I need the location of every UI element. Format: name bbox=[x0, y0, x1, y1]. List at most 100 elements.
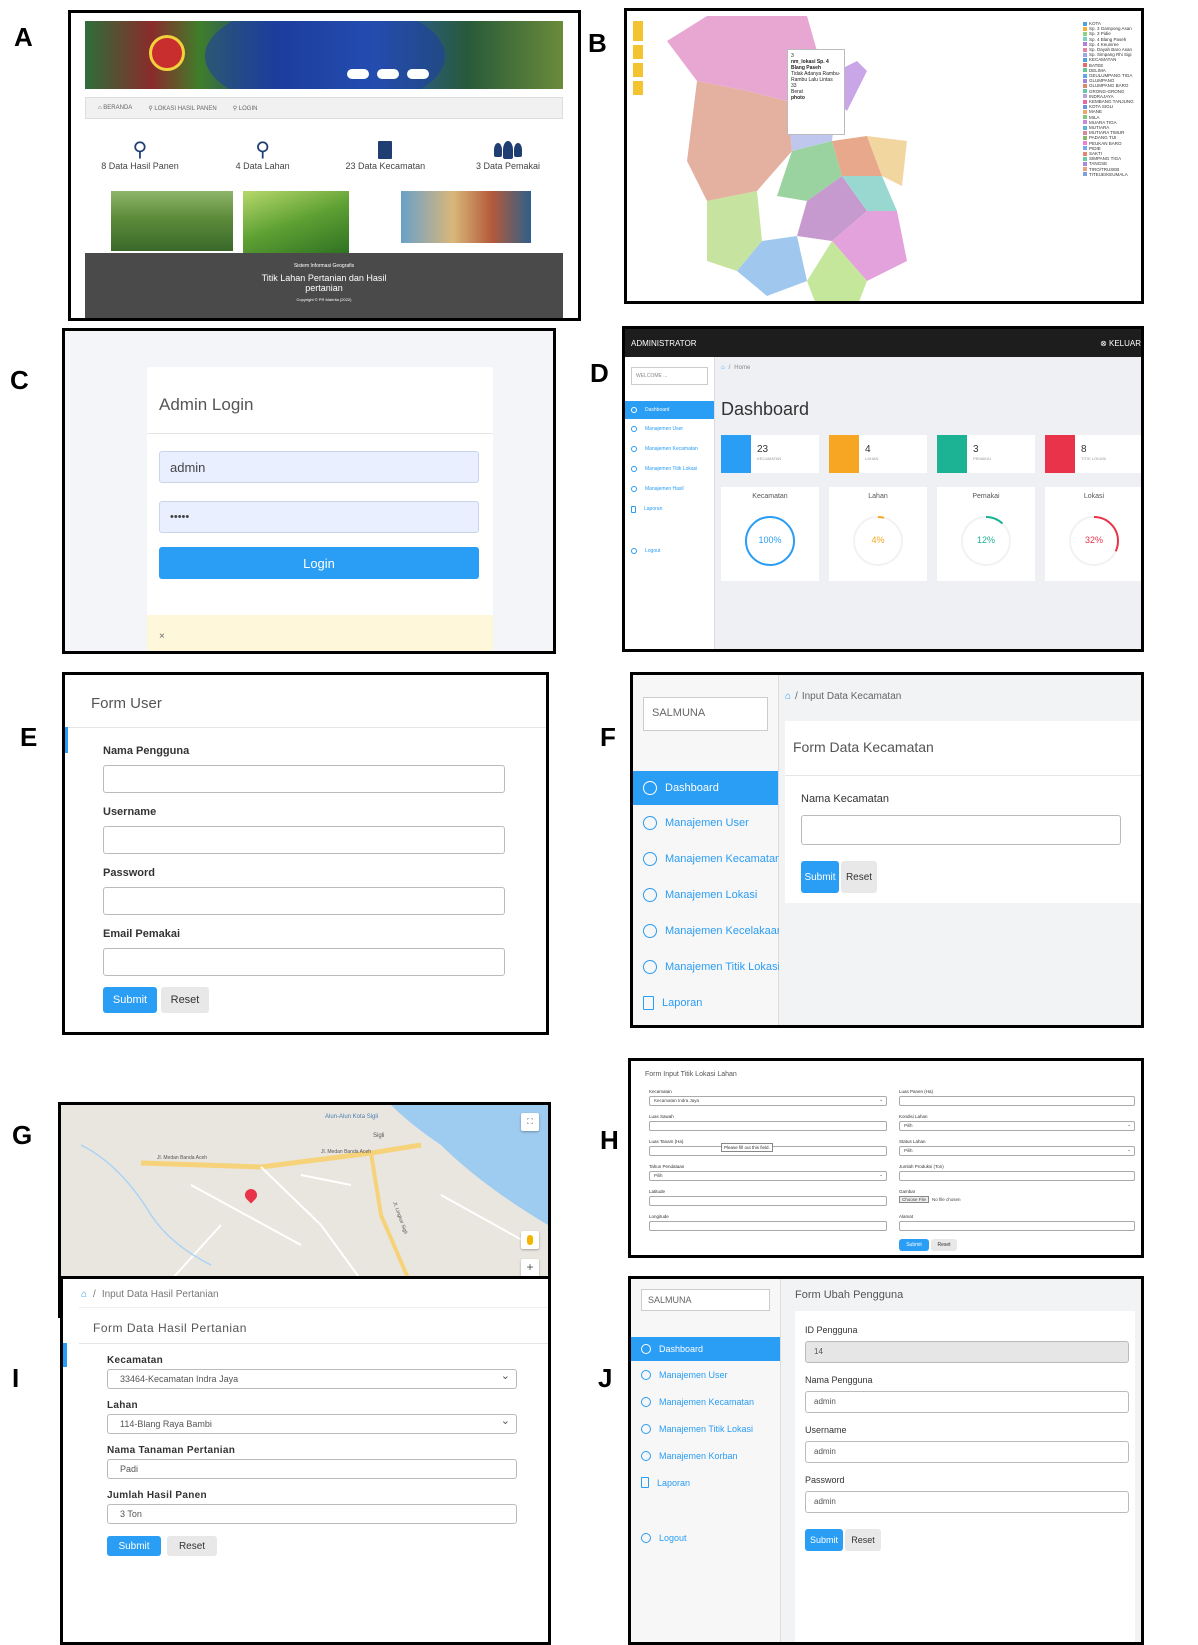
sidebar-item-manajemen-titik-lokasi[interactable]: Manajemen Titik Lokasi bbox=[633, 949, 780, 985]
home-icon[interactable]: ⌂ bbox=[81, 1289, 87, 1300]
submit-button[interactable]: Submit bbox=[103, 987, 157, 1013]
text-input[interactable]: admin bbox=[805, 1441, 1129, 1463]
measure-button[interactable] bbox=[633, 63, 643, 77]
field-label: Username bbox=[805, 1425, 847, 1435]
zoom-in-button[interactable]: + bbox=[521, 1259, 539, 1276]
form-fields: ID Pengguna 14 Nama Pengguna admin Username a… bbox=[805, 1325, 1129, 1525]
select-value: Pilih bbox=[904, 1148, 913, 1153]
sidebar-item-manajemen-kecamatan[interactable]: Manajemen Kecamatan bbox=[631, 1388, 780, 1415]
sidebar-item-manajemen-user[interactable]: Manajemen User bbox=[631, 1361, 780, 1388]
close-icon[interactable]: × bbox=[159, 631, 165, 642]
sidebar-item-laporan[interactable]: Laporan bbox=[631, 1469, 780, 1496]
submit-button[interactable]: Submit bbox=[805, 1529, 843, 1551]
file-input[interactable]: Choose File No file chosen bbox=[899, 1196, 1135, 1206]
text-input[interactable] bbox=[649, 1196, 887, 1206]
sidebar-item-manajemen-titik-lokasi[interactable]: Manajemen Titik Lokasi bbox=[631, 1415, 780, 1442]
sidebar-item-manajemen-user[interactable]: Manajemen User bbox=[633, 805, 778, 841]
sidebar-item-manajemen-user[interactable]: Manajemen User bbox=[625, 419, 714, 439]
road-label: Jl. Medan Banda Aceh bbox=[321, 1149, 372, 1155]
reset-button[interactable]: Reset bbox=[845, 1529, 881, 1551]
sidebar-item-logout[interactable]: Logout bbox=[625, 541, 714, 561]
sidebar-item-manajemen-kecamatan[interactable]: Manajemen Kecamatan bbox=[633, 841, 781, 877]
fullscreen-button[interactable]: ⛶ bbox=[521, 1113, 539, 1131]
sidebar-item-dashboard[interactable]: Dashboard bbox=[625, 401, 714, 419]
reset-button[interactable]: Reset bbox=[841, 861, 877, 893]
sidebar-item-manajemen-kecelakaan[interactable]: Manajemen Kecelakaan bbox=[633, 913, 783, 949]
panel-label-f: F bbox=[600, 722, 616, 752]
field-label: Kecamatan bbox=[649, 1089, 672, 1094]
reset-button[interactable]: Reset bbox=[931, 1239, 957, 1251]
form-title: Form Ubah Pengguna bbox=[795, 1289, 904, 1301]
sidebar-item-laporan[interactable]: Laporan bbox=[625, 499, 714, 519]
text-input[interactable] bbox=[899, 1221, 1135, 1231]
sidebar-item-manajemen-kecamatan[interactable]: Manajemen Kecamatan bbox=[625, 439, 714, 459]
layer-button[interactable] bbox=[633, 45, 643, 59]
sidebar-item-dashboard[interactable]: Dashboard bbox=[633, 771, 778, 805]
legend-swatch bbox=[1083, 110, 1087, 115]
text-input[interactable]: admin bbox=[805, 1491, 1129, 1513]
gauge-title: Lahan bbox=[868, 493, 888, 500]
password-input[interactable] bbox=[103, 887, 505, 915]
legend-swatch bbox=[1083, 47, 1087, 52]
pegman-icon[interactable] bbox=[521, 1231, 539, 1249]
choose-file-button[interactable]: Choose File bbox=[899, 1196, 930, 1203]
form-title: Form Data Hasil Pertanian bbox=[93, 1321, 247, 1335]
select-field[interactable]: Kecamatan Indra Jaya ⌄ bbox=[649, 1096, 887, 1106]
text-input[interactable] bbox=[899, 1171, 1135, 1181]
stat-card: 8 TITIK LOKASI bbox=[1045, 435, 1141, 473]
select-field[interactable]: Pilih ⌄ bbox=[899, 1146, 1135, 1156]
nama-kecamatan-input[interactable] bbox=[801, 815, 1121, 845]
submit-button[interactable]: Submit bbox=[801, 861, 839, 893]
sidebar-item-manajemen-lokasi[interactable]: Manajemen Lokasi bbox=[633, 877, 778, 913]
field-label: Jumlah Hasil Panen bbox=[107, 1490, 207, 1501]
legend-swatch bbox=[1083, 42, 1087, 47]
field-label: Nama Tanaman Pertanian bbox=[107, 1445, 236, 1456]
sidebar-item-manajemen-hasil[interactable]: Manajemen Hasil bbox=[625, 479, 714, 499]
text-input[interactable] bbox=[899, 1096, 1135, 1106]
sidebar-item-logout[interactable]: Logout bbox=[631, 1524, 780, 1551]
select-field[interactable]: 114-Blang Raya Bambi ⌄ bbox=[107, 1414, 517, 1434]
text-input[interactable] bbox=[649, 1221, 887, 1231]
text-input[interactable]: 3 Ton bbox=[107, 1504, 517, 1524]
form-group: Gambar Choose File No file chosen bbox=[899, 1189, 1135, 1214]
field-value: 114-Blang Raya Bambi bbox=[120, 1419, 212, 1429]
password-input[interactable] bbox=[159, 501, 479, 533]
gauge-title: Kecamatan bbox=[752, 493, 788, 500]
reset-button[interactable]: Reset bbox=[167, 1536, 217, 1556]
reset-button[interactable]: Reset bbox=[161, 987, 209, 1013]
legend-swatch bbox=[1083, 68, 1087, 73]
select-field[interactable]: 33464-Kecamatan Indra Jaya ⌄ bbox=[107, 1369, 517, 1389]
legend-swatch bbox=[1083, 120, 1087, 125]
username-input[interactable] bbox=[159, 451, 479, 483]
sidebar-item-laporan[interactable]: Laporan bbox=[633, 985, 778, 1021]
logout-link[interactable]: ⊗ KELUAR bbox=[1100, 339, 1141, 348]
sidebar-item-manajemen-korban[interactable]: Manajemen Korban bbox=[631, 1442, 780, 1469]
nama-pengguna-input[interactable] bbox=[103, 765, 505, 793]
sidebar-item-manajemen-titik-lokasi[interactable]: Manajemen Titik Lokasi bbox=[625, 459, 714, 479]
stat-cards: 23 KECAMATAN 4 LAHAN 3 PEMAKAI 8 TITIK LOKASI bbox=[721, 435, 1141, 475]
home-icon[interactable]: ⌂ bbox=[721, 365, 725, 371]
legend-swatch bbox=[1083, 167, 1087, 172]
select-field[interactable]: Pilih ⌄ bbox=[649, 1171, 887, 1181]
text-input[interactable]: Padi bbox=[107, 1459, 517, 1479]
gauge-value: 100% bbox=[758, 535, 782, 545]
nav-beranda[interactable]: ⌂ BERANDA bbox=[98, 105, 132, 111]
home-icon[interactable]: ⌂ bbox=[785, 691, 791, 702]
nav-lokasi-hasil-panen[interactable]: ⚲ LOKASI HASIL PANEN bbox=[148, 105, 216, 112]
text-input[interactable] bbox=[649, 1121, 887, 1131]
top-nav: ⌂ BERANDA ⚲ LOKASI HASIL PANEN ⚲ LOGIN bbox=[85, 97, 563, 119]
email-pemakai-input[interactable] bbox=[103, 948, 505, 976]
chevron-down-icon: ⌄ bbox=[1127, 1147, 1131, 1152]
form-group: Nama Tanaman Pertanian Padi bbox=[107, 1445, 517, 1490]
login-button[interactable]: Login bbox=[159, 547, 479, 579]
select-field[interactable]: Pilih ⌄ bbox=[899, 1121, 1135, 1131]
username-input[interactable] bbox=[103, 826, 505, 854]
nav-login[interactable]: ⚲ LOGIN bbox=[233, 105, 258, 112]
text-input[interactable]: admin bbox=[805, 1391, 1129, 1413]
sidebar-item-dashboard[interactable]: Dashboard bbox=[631, 1337, 780, 1361]
zoom-in-button[interactable] bbox=[633, 21, 643, 41]
submit-button[interactable]: Submit bbox=[107, 1536, 161, 1556]
submit-button[interactable]: Submit bbox=[899, 1239, 929, 1251]
form-group: Jumlah Produksi (Ton) bbox=[899, 1164, 1135, 1189]
search-button[interactable] bbox=[633, 81, 643, 95]
